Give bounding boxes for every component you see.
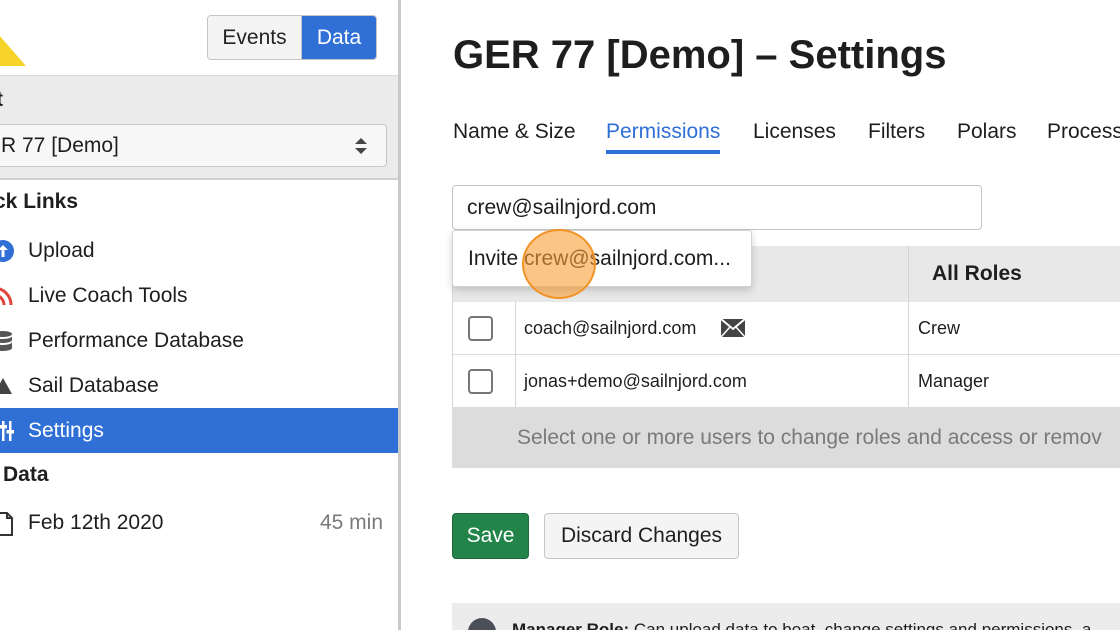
boat-select-value: R 77 [Demo] [1,133,119,157]
envelope-icon [720,318,746,338]
table-row: jonas+demo@sailnjord.com Manager [452,355,1120,408]
upload-icon [0,240,14,262]
info-icon [468,618,496,630]
page-title: GER 77 [Demo] – Settings [453,33,947,77]
sliders-icon [0,421,14,441]
boat-section-label: t [0,88,3,112]
user-email: jonas+demo@sailnjord.com [524,371,747,391]
tab-permissions-label: Permissions [606,120,721,143]
nav-label-sail-database: Sail Database [28,373,159,397]
column-divider [908,246,909,408]
all-roles-header[interactable]: All Roles [932,262,1022,286]
quick-links-title: ck Links [0,190,79,213]
tab-polars[interactable]: Polars [957,120,1017,144]
save-button[interactable]: Save [452,513,529,559]
data-file-item[interactable]: Feb 12th 2020 45 min [0,503,398,543]
column-divider [515,302,516,408]
invite-suggestion-popup[interactable]: Invite crew@sailnjord.com... [452,230,752,287]
sail-icon [0,378,12,394]
discard-changes-button[interactable]: Discard Changes [544,513,739,559]
nav-item-live-coach-tools[interactable]: Live Coach Tools [0,273,398,318]
data-section-title: Data [3,463,49,486]
nav-label-settings: Settings [28,418,104,442]
tab-licenses[interactable]: Licenses [753,120,836,144]
sidebar: Events Data t R 77 [Demo] ck Links Uploa… [0,0,398,630]
selection-hint: Select one or more users to change roles… [517,426,1102,449]
file-icon [0,512,13,536]
boat-select[interactable]: R 77 [Demo] [0,124,387,167]
tab-permissions[interactable]: Permissions [606,120,721,154]
role-info-text: Manager Role: Can upload data to boat, c… [512,620,1091,630]
role-info-box: Manager Role: Can upload data to boat, c… [452,603,1120,630]
role-info-description: Can upload data to boat, change settings… [633,620,1092,630]
data-toggle-button[interactable]: Data [302,16,376,59]
row-checkbox[interactable] [468,369,493,394]
row-checkbox[interactable] [468,316,493,341]
nav-item-performance-database[interactable]: Performance Database [0,318,398,363]
database-icon [0,331,12,351]
file-duration: 45 min [319,511,383,534]
nav-label-performance-database: Performance Database [28,328,244,352]
tab-filters[interactable]: Filters [868,120,925,144]
table-row: coach@sailnjord.com Crew [452,302,1120,355]
user-email: coach@sailnjord.com [524,318,697,338]
nav-label-live-coach-tools: Live Coach Tools [28,283,188,307]
invite-email-input[interactable]: crew@sailnjord.com [452,185,982,230]
events-toggle-button[interactable]: Events [208,16,302,59]
nav-item-settings[interactable]: Settings [0,408,398,453]
invite-prefix: Invite [468,247,525,270]
nav-item-upload[interactable]: Upload [0,228,398,273]
select-caret-icon [355,138,367,154]
file-name: Feb 12th 2020 [28,511,164,534]
user-role[interactable]: Crew [918,318,960,339]
tab-process[interactable]: Process [1047,120,1120,144]
logo-icon [0,36,26,66]
sidebar-divider[interactable] [398,0,401,630]
view-toggle: Events Data [207,15,377,60]
active-tab-indicator [606,150,721,154]
cursor-highlight [522,229,596,299]
boat-section: t R 77 [Demo] [0,75,398,180]
user-role[interactable]: Manager [918,371,989,392]
nav-label-upload: Upload [28,238,95,262]
invite-suggestion[interactable]: Invite crew@sailnjord.com... [468,247,731,271]
nav-item-sail-database[interactable]: Sail Database [0,363,398,408]
broadcast-icon [0,287,13,306]
table-footer: Select one or more users to change roles… [452,408,1120,468]
role-info-label: Manager Role: [512,620,630,630]
tab-name-size[interactable]: Name & Size [453,120,576,144]
